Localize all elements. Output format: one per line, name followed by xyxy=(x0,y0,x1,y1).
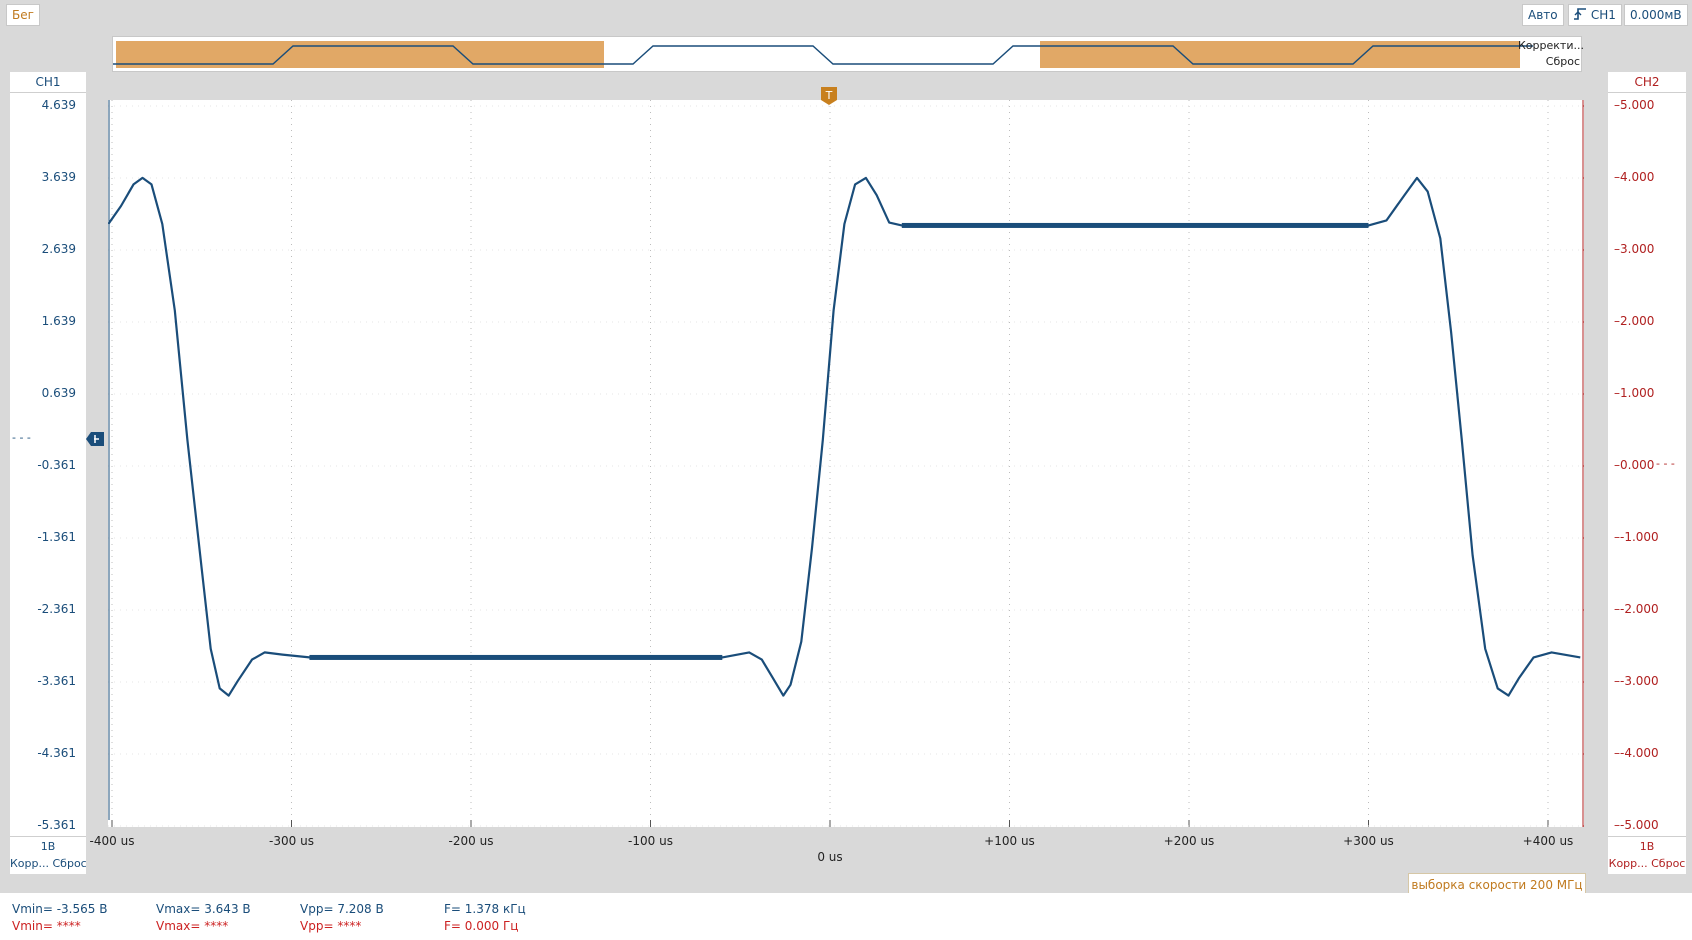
time-tick-label: -400 us xyxy=(89,834,135,848)
ch1-title[interactable]: CH1 xyxy=(10,72,86,93)
ch1-tick-label: -4.361 xyxy=(37,746,76,760)
ch1-frequency: F= 1.378 кГц xyxy=(444,902,526,916)
overview-links: Корректи... Сброс xyxy=(1518,38,1584,70)
rising-edge-icon xyxy=(1574,8,1586,20)
ch2-title[interactable]: CH2 xyxy=(1608,72,1686,93)
ch1-links[interactable]: Корр... Сброс xyxy=(10,857,87,870)
time-tick-label: +100 us xyxy=(984,834,1035,848)
overview-reset-link[interactable]: Сброс xyxy=(1518,54,1580,70)
ch2-tick-label: –-1.000 xyxy=(1614,530,1659,544)
time-tick-label: 0 us xyxy=(817,850,843,864)
waveform-overview[interactable] xyxy=(112,36,1582,72)
time-tick-label: -300 us xyxy=(269,834,314,848)
time-tick-label: -200 us xyxy=(448,834,494,848)
ch1-waveform-trace xyxy=(108,176,1581,697)
ch2-vpp: Vpp= **** xyxy=(300,919,362,933)
overview-correct-link[interactable]: Корректи... xyxy=(1518,38,1584,54)
ch2-tick-label: –-5.000 xyxy=(1614,818,1659,832)
ch1-tick-label: -2.361 xyxy=(37,602,76,616)
ch1-tick-label: -0.361 xyxy=(37,458,76,472)
ch1-tick-label: -5.361 xyxy=(37,818,76,832)
ch2-tick-label: –4.000 xyxy=(1614,170,1655,184)
time-tick-label: +400 us xyxy=(1522,834,1574,848)
ch1-noise-band-low xyxy=(309,654,723,660)
ch2-tick-label: –5.000 xyxy=(1614,98,1655,112)
ch2-tick-label: –1.000 xyxy=(1614,386,1655,400)
time-tick-label: -100 us xyxy=(628,834,673,848)
trigger-marker-label: T xyxy=(825,89,833,102)
ch1-tick-label: 1.639 xyxy=(41,314,76,328)
ch1-tick-label: 4.639 xyxy=(41,98,76,112)
ch1-tick-label: 3.639 xyxy=(41,170,76,184)
ch2-frequency: F= 0.000 Гц xyxy=(444,919,519,933)
ch2-tick-label: –2.000 xyxy=(1614,314,1655,328)
trigger-mode-button[interactable]: Авто xyxy=(1522,4,1564,26)
waveform-canvas xyxy=(108,100,1584,827)
ch2-vmax: Vmax= **** xyxy=(156,919,229,933)
time-tick-label: +300 us xyxy=(1343,834,1394,848)
ch1-noise-band-high xyxy=(901,222,1369,228)
ch1-level-marker: - - - xyxy=(12,431,31,444)
ch2-scale[interactable]: 1В xyxy=(1608,836,1686,857)
ch2-tick-label: –-3.000 xyxy=(1614,674,1659,688)
trigger-level-button[interactable]: 0.000мВ xyxy=(1624,4,1688,26)
ch1-ground-marker-icon[interactable] xyxy=(86,430,104,448)
ch1-vpp: Vpp= 7.208 В xyxy=(300,902,384,916)
ch1-vmax: Vmax= 3.643 В xyxy=(156,902,251,916)
main-waveform-plot[interactable] xyxy=(108,100,1584,827)
ch2-tick-label: –-2.000 xyxy=(1614,602,1659,616)
run-button[interactable]: Бег xyxy=(6,4,40,26)
sample-rate-label: выборка скорости 200 МГц xyxy=(1408,873,1586,895)
ch1-vmin: Vmin= -3.565 В xyxy=(12,902,108,916)
ch2-tick-label: –3.000 xyxy=(1614,242,1655,256)
ch1-tick-label: 0.639 xyxy=(41,386,76,400)
overview-plot xyxy=(113,41,1533,68)
ch2-links[interactable]: Корр... Сброс xyxy=(1608,857,1686,870)
ch2-level-marker: - - - xyxy=(1656,457,1675,470)
ch2-vmin: Vmin= **** xyxy=(12,919,81,933)
ch1-tick-label: -1.361 xyxy=(37,530,76,544)
ch1-tick-label: -3.361 xyxy=(37,674,76,688)
trigger-position-marker-icon[interactable]: T xyxy=(820,86,838,106)
time-tick-label: +200 us xyxy=(1163,834,1215,848)
measurement-bar: Vmin= -3.565 В Vmax= 3.643 В Vpp= 7.208 … xyxy=(0,893,1692,940)
ch2-tick-label: –-4.000 xyxy=(1614,746,1659,760)
trigger-source-label: CH1 xyxy=(1590,8,1616,22)
trigger-source-button[interactable]: CH1 xyxy=(1568,4,1622,26)
ch1-tick-label: 2.639 xyxy=(41,242,76,256)
